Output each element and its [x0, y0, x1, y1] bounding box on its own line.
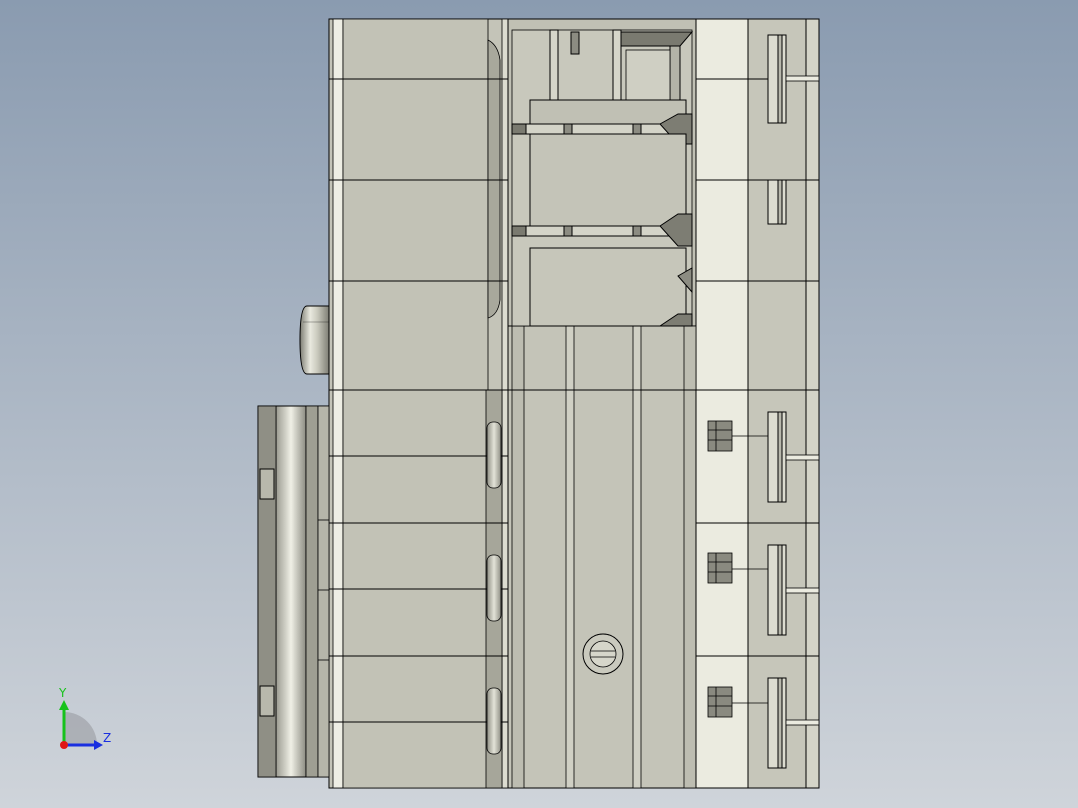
left-panel — [342, 18, 489, 789]
rail-bumps — [486, 421, 502, 755]
operating-handle[interactable] — [257, 405, 330, 778]
lower-rail-bay — [507, 325, 697, 789]
model-view[interactable] — [0, 0, 1078, 808]
lower-rail-c — [632, 325, 642, 789]
lower-rail-d — [683, 325, 697, 789]
divider-rail — [501, 18, 509, 789]
lower-rail-b — [565, 325, 575, 789]
right-column — [747, 18, 807, 789]
cad-graphics-viewport[interactable]: Y Z — [0, 0, 1078, 808]
adjustment-dial[interactable] — [582, 633, 624, 675]
left-edge-strip — [332, 18, 344, 789]
x-axis-point — [60, 741, 68, 749]
side-knob[interactable] — [299, 305, 330, 375]
y-axis-arrow — [59, 700, 69, 710]
orientation-triad — [59, 700, 103, 750]
z-axis-label: Z — [103, 731, 112, 745]
mechanism-detail — [511, 29, 694, 327]
lower-rail-a — [511, 325, 525, 789]
upper-frame-rail — [487, 39, 501, 319]
right-edge-strip — [805, 18, 820, 789]
z-axis-arrow — [94, 740, 103, 750]
pale-column — [695, 18, 749, 391]
y-axis-label: Y — [59, 686, 67, 700]
